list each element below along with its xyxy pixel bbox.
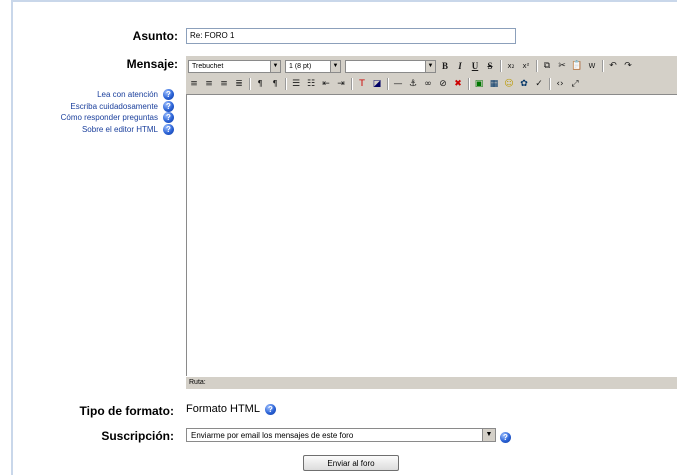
- toolbar-separator: [387, 78, 389, 90]
- suscripcion-label: Suscripción:: [101, 429, 174, 443]
- ordered-list-icon[interactable]: ☰: [290, 78, 302, 90]
- indent-icon[interactable]: ⇥: [335, 78, 347, 90]
- help-question-icon[interactable]: ?: [500, 432, 511, 443]
- table-icon[interactable]: ▦: [488, 78, 500, 90]
- spellcheck-icon[interactable]: ✓: [533, 78, 545, 90]
- toolbar-row-2: ≡ ≡ ≡ ≣ ¶ ¶ ☰ ☷ ⇤ ⇥ T ◪ — ⚓ ∞ ⊘ ✖ ▣ ▦ ☺ …: [186, 76, 581, 92]
- message-editor-area[interactable]: [186, 94, 677, 376]
- mensaje-label: Mensaje:: [126, 57, 178, 71]
- help-link-escriba[interactable]: Escriba cuidadosamente ?: [61, 100, 174, 113]
- outdent-icon[interactable]: ⇤: [320, 78, 332, 90]
- frame-top-border: [11, 0, 677, 2]
- editor-toolbar: Trebuchet ▼ 1 (8 pt) ▼ ▼ B I U S x₂ x² ⧉…: [186, 56, 677, 94]
- italic-icon[interactable]: I: [454, 60, 466, 72]
- toolbar-row-1: Trebuchet ▼ 1 (8 pt) ▼ ▼ B I U S x₂ x² ⧉…: [186, 58, 634, 74]
- frame-left-border: [11, 0, 13, 475]
- editor-path-bar: Ruta:: [186, 377, 677, 389]
- help-link-label: Escriba cuidadosamente: [70, 101, 158, 111]
- help-question-icon[interactable]: ?: [163, 89, 174, 101]
- paste-word-icon[interactable]: W: [586, 60, 598, 72]
- background-color-icon[interactable]: ◪: [371, 78, 383, 90]
- toolbar-separator: [249, 78, 251, 90]
- toolbar-separator: [549, 78, 551, 90]
- font-select[interactable]: Trebuchet ▼: [188, 59, 281, 73]
- toolbar-separator: [536, 60, 538, 72]
- chevron-down-icon[interactable]: ▼: [482, 429, 495, 441]
- tipo-formato-label: Tipo de formato:: [79, 404, 174, 418]
- help-link-lea[interactable]: Lea con atención ?: [61, 89, 174, 101]
- enviar-button[interactable]: Enviar al foro: [303, 455, 399, 471]
- horizontal-rule-icon[interactable]: —: [392, 78, 404, 90]
- asunto-label: Asunto:: [132, 29, 178, 43]
- rtl-icon[interactable]: ¶: [269, 78, 281, 90]
- toolbar-separator: [285, 78, 287, 90]
- bold-icon[interactable]: B: [439, 60, 451, 72]
- redo-icon[interactable]: ↷: [622, 60, 634, 72]
- help-question-icon[interactable]: ?: [163, 112, 174, 124]
- style-select[interactable]: ▼: [345, 59, 436, 73]
- ltr-icon[interactable]: ¶: [254, 78, 266, 90]
- size-select[interactable]: 1 (8 pt) ▼: [285, 59, 341, 73]
- help-link-label: Lea con atención: [97, 90, 158, 100]
- chevron-down-icon[interactable]: ▼: [330, 60, 340, 72]
- chevron-down-icon[interactable]: ▼: [425, 60, 435, 72]
- align-justify-icon[interactable]: ≣: [233, 78, 245, 90]
- image-icon[interactable]: ▣: [473, 78, 485, 90]
- help-link-responder[interactable]: Cómo responder preguntas ?: [61, 112, 174, 124]
- align-center-icon[interactable]: ≡: [203, 78, 215, 90]
- underline-icon[interactable]: U: [469, 60, 481, 72]
- toolbar-separator: [468, 78, 470, 90]
- tipo-formato-text: Formato HTML: [186, 403, 260, 415]
- strikethrough-icon[interactable]: S: [484, 60, 496, 72]
- help-question-icon[interactable]: ?: [163, 123, 174, 135]
- unlink-icon[interactable]: ⊘: [437, 78, 449, 90]
- toolbar-separator: [500, 60, 502, 72]
- asunto-input[interactable]: Re: FORO 1: [186, 28, 516, 44]
- chevron-down-icon[interactable]: ▼: [270, 60, 280, 72]
- text-color-icon[interactable]: T: [356, 78, 368, 90]
- size-select-value: 1 (8 pt): [289, 62, 312, 70]
- html-source-icon[interactable]: ‹›: [554, 78, 566, 90]
- help-link-label: Cómo responder preguntas: [60, 113, 158, 123]
- smiley-icon[interactable]: ☺: [503, 78, 515, 90]
- nolink-icon[interactable]: ✖: [452, 78, 464, 90]
- unordered-list-icon[interactable]: ☷: [305, 78, 317, 90]
- cut-icon[interactable]: ✂: [556, 60, 568, 72]
- undo-icon[interactable]: ↶: [607, 60, 619, 72]
- link-icon[interactable]: ∞: [422, 78, 434, 90]
- font-select-value: Trebuchet: [192, 62, 224, 70]
- help-links: Lea con atención ? Escriba cuidadosament…: [61, 89, 174, 135]
- subscript-icon[interactable]: x₂: [505, 60, 517, 72]
- help-link-editor[interactable]: Sobre el editor HTML ?: [61, 123, 174, 136]
- suscripcion-select[interactable]: Enviarme por email los mensajes de este …: [186, 428, 496, 442]
- copy-icon[interactable]: ⧉: [541, 60, 553, 72]
- suscripcion-select-value: Enviarme por email los mensajes de este …: [191, 430, 354, 440]
- align-left-icon[interactable]: ≡: [188, 78, 200, 90]
- help-question-icon[interactable]: ?: [163, 100, 174, 112]
- help-link-label: Sobre el editor HTML: [81, 124, 158, 134]
- toolbar-separator: [602, 60, 604, 72]
- help-question-icon[interactable]: ?: [264, 403, 276, 415]
- tipo-formato-value: Formato HTML ?: [186, 403, 276, 415]
- paste-icon[interactable]: 📋: [571, 60, 583, 72]
- toolbar-separator: [351, 78, 353, 90]
- fullscreen-icon[interactable]: ⤢: [569, 78, 581, 90]
- superscript-icon[interactable]: x²: [520, 60, 532, 72]
- special-char-icon[interactable]: ✿: [518, 78, 530, 90]
- anchor-icon[interactable]: ⚓: [407, 78, 419, 90]
- align-right-icon[interactable]: ≡: [218, 78, 230, 90]
